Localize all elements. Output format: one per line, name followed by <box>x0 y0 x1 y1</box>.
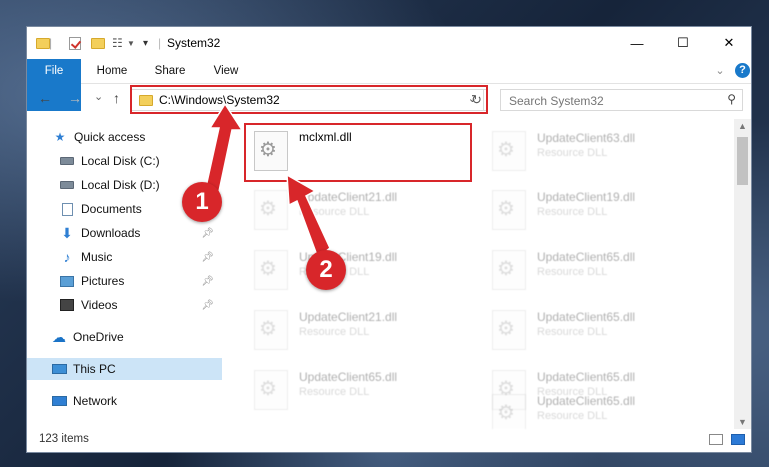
step-1-badge: 1 <box>182 182 222 222</box>
arrow-step-2 <box>286 173 331 260</box>
annotation-arrows <box>203 102 331 260</box>
arrow-step-1 <box>203 102 244 197</box>
step-2-badge: 2 <box>306 250 346 290</box>
